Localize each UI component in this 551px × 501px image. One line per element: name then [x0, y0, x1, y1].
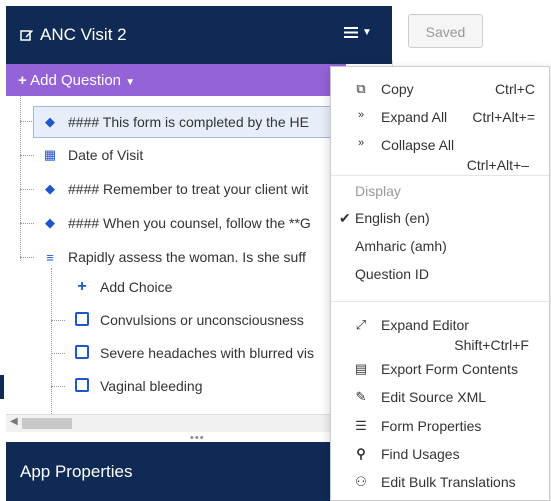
double-chevron-right-icon: » — [357, 137, 365, 149]
menu-item-lang-en[interactable]: ✔ English (en) — [339, 210, 430, 227]
scrollbar-thumb[interactable] — [22, 418, 72, 429]
copy-icon: ⧉ — [356, 81, 366, 96]
menu-item-lang-amh[interactable]: Amharic (amh) — [355, 238, 447, 254]
form-title-text: ANC Visit 2 — [40, 25, 127, 44]
menu-item-form-properties[interactable]: ☰ Form Properties — [331, 414, 549, 440]
tree-row[interactable]: ◆ #### When you counsel, follow the **G — [42, 208, 311, 238]
tree-row[interactable]: ◆ #### This form is completed by the HE — [33, 106, 336, 138]
choice-icon — [74, 311, 90, 329]
menu-item-collapse-all[interactable]: » Collapse All Ctrl+Alt+– — [331, 133, 549, 173]
edit-icon: ✎ — [355, 389, 367, 404]
tree-row-label: #### Remember to treat your client wit — [68, 181, 309, 197]
caret-down-icon: ▼ — [362, 27, 372, 38]
form-header: ANC Visit 2 ▼ — [6, 6, 392, 64]
hamburger-icon — [344, 27, 358, 38]
menu-item-edit-bulk-translations[interactable]: ⚇ Edit Bulk Translations — [331, 470, 549, 496]
excel-file-icon: ▤ — [354, 361, 368, 376]
menu-item-expand-editor[interactable]: ⤢ Expand Editor Shift+Ctrl+F — [331, 313, 549, 353]
tree-row-label: Severe headaches with blurred vis — [100, 345, 315, 361]
double-chevron-down-icon: » — [357, 109, 365, 121]
tree-row-label: Vaginal bleeding — [100, 378, 203, 394]
calendar-icon: ▦ — [43, 147, 57, 162]
menu-item-expand-all[interactable]: » Expand All Ctrl+Alt+= — [331, 105, 549, 131]
menu-item-edit-source-xml[interactable]: ✎ Edit Source XML — [331, 385, 549, 411]
tree-row[interactable]: ◆ #### Remember to treat your client wit — [42, 174, 308, 204]
search-icon: ⚲ — [356, 446, 366, 461]
caret-down-icon: ▼ — [125, 77, 136, 88]
tree-row[interactable]: Vaginal bleeding — [74, 371, 203, 401]
display-header: Display — [355, 183, 401, 199]
tree-row-label: Date of Visit — [68, 147, 144, 163]
checklist-icon: ≡ — [46, 249, 54, 265]
menu-item-export-form-contents[interactable]: ▤ Export Form Contents — [331, 357, 549, 383]
tree-row[interactable]: Severe headaches with blurred vis — [74, 338, 314, 368]
menu-item-find-usages[interactable]: ⚲ Find Usages — [331, 442, 549, 468]
tree-row[interactable]: Convulsions or unconsciousness — [74, 305, 304, 335]
tree-row[interactable]: ▦ Date of Visit — [42, 140, 143, 170]
add-question-label: Add Question — [30, 72, 122, 89]
add-question-button[interactable]: + Add Question ▼ — [6, 64, 346, 96]
tag-icon: ◆ — [45, 114, 55, 129]
app-properties-label: App Properties — [20, 462, 133, 481]
tree-row-label: #### When you counsel, follow the **G — [68, 215, 311, 231]
tag-icon: ◆ — [45, 215, 55, 230]
form-actions-menu: ⧉ Copy Ctrl+C » Expand All Ctrl+Alt+= » … — [330, 66, 550, 501]
question-tree: ◆ #### This form is completed by the HE … — [6, 96, 336, 414]
menu-item-question-id[interactable]: Question ID — [355, 266, 429, 282]
expand-icon: ⤢ — [355, 317, 367, 332]
horizontal-scrollbar[interactable]: ◀ — [6, 414, 336, 432]
list-icon: ☰ — [355, 418, 367, 433]
form-menu-button[interactable]: ▼ — [344, 26, 372, 39]
add-choice-button[interactable]: + Add Choice — [74, 272, 172, 302]
tree-row-label: #### This form is completed by the HE — [68, 114, 309, 130]
tag-icon: ◆ — [45, 181, 55, 196]
form-title[interactable]: ANC Visit 2 — [20, 25, 127, 45]
add-choice-label: Add Choice — [100, 279, 173, 295]
edit-icon — [20, 30, 33, 41]
menu-item-copy[interactable]: ⧉ Copy Ctrl+C — [331, 77, 549, 103]
choice-icon — [74, 377, 90, 395]
plus-icon: + — [77, 278, 87, 295]
tree-row[interactable]: ≡ Rapidly assess the woman. Is she suff — [42, 242, 306, 272]
scroll-left-icon[interactable]: ◀ — [10, 416, 18, 427]
tree-row-label: Convulsions or unconsciousness — [100, 312, 304, 328]
tree-row-label: Rapidly assess the woman. Is she suff — [68, 249, 306, 265]
translate-icon: ⚇ — [355, 474, 367, 489]
saved-button[interactable]: Saved — [408, 14, 483, 48]
choice-icon — [74, 344, 90, 362]
scroll-indicator — [0, 375, 4, 399]
plus-icon: + — [18, 72, 27, 89]
check-icon: ✔ — [339, 210, 351, 226]
